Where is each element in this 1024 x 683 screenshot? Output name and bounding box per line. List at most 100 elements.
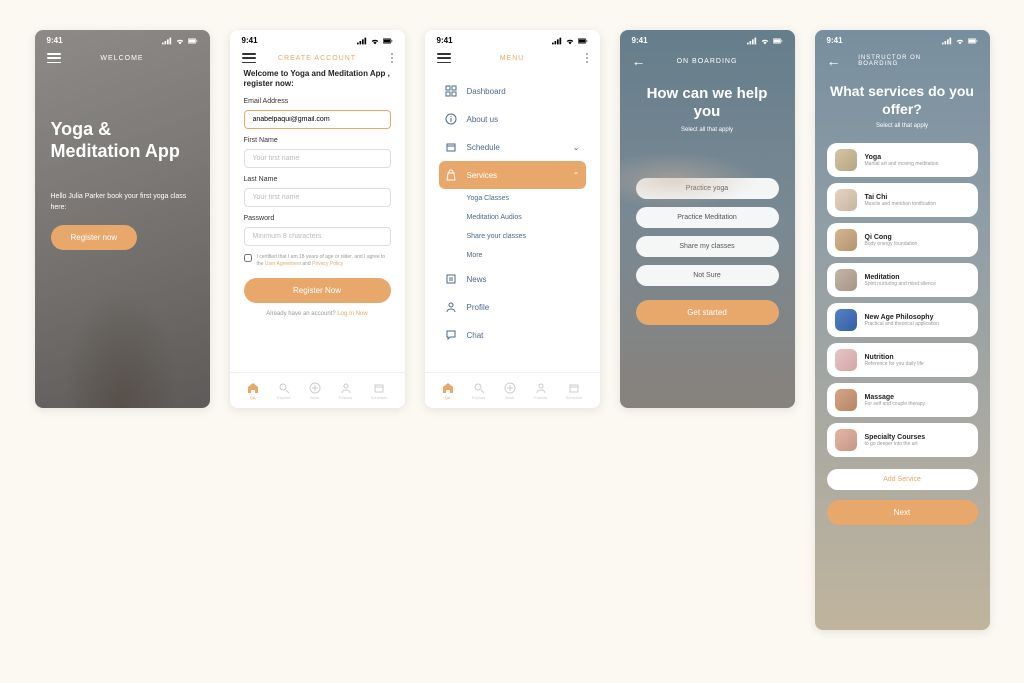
header-title: CREATE ACCOUNT	[278, 55, 356, 62]
menu-chat[interactable]: Chat	[439, 321, 586, 349]
more-icon[interactable]	[391, 53, 393, 63]
nav-qa[interactable]: QA	[247, 382, 259, 400]
register-button[interactable]: Register Now	[244, 278, 391, 303]
menu-about[interactable]: About us	[439, 105, 586, 133]
menu-icon[interactable]	[242, 53, 256, 63]
email-field[interactable]	[244, 110, 391, 129]
service-specialty[interactable]: Specialty Coursesto go deeper into the a…	[827, 423, 978, 457]
submenu-meditation[interactable]: Meditation Audios	[467, 208, 586, 227]
more-icon[interactable]	[586, 53, 588, 63]
service-qicong[interactable]: Qi CongBody energy foundation	[827, 223, 978, 257]
service-newage[interactable]: New Age PhilosophyPractical and theorica…	[827, 303, 978, 337]
lastname-label: Last Name	[244, 176, 391, 183]
status-time: 9:41	[47, 36, 63, 45]
status-icons	[552, 37, 588, 45]
status-bar: 9:41	[620, 30, 795, 47]
nav-book[interactable]: Book	[504, 382, 516, 400]
submenu-share[interactable]: Share your classes	[467, 227, 586, 246]
lastname-field[interactable]	[244, 188, 391, 207]
welcome-text: Welcome to Yoga and Meditation App , reg…	[244, 69, 391, 90]
login-prompt: Already have an account? Log In Now	[244, 311, 391, 317]
battery-icon	[578, 37, 588, 45]
service-massage[interactable]: MassageFor self and couple therapy	[827, 383, 978, 417]
header: MENU	[425, 47, 600, 69]
status-time: 9:41	[632, 36, 648, 45]
chevron-up-icon: ⌃	[573, 171, 580, 180]
signal-icon	[162, 37, 172, 45]
get-started-button[interactable]: Get started	[636, 300, 779, 325]
nav-book[interactable]: Book	[309, 382, 321, 400]
screen-create-account: 9:41 CREATE ACCOUNT Welcome to Yoga and …	[230, 30, 405, 408]
header-title: WELCOME	[100, 55, 143, 62]
yoga-figure-image	[35, 228, 210, 408]
menu-dashboard[interactable]: Dashboard	[439, 77, 586, 105]
signal-icon	[747, 37, 757, 45]
password-field[interactable]	[244, 227, 391, 246]
password-label: Password	[244, 215, 391, 222]
login-link[interactable]: Log In Now	[337, 311, 367, 317]
service-nutrition[interactable]: NutritionReference for you daily life	[827, 343, 978, 377]
battery-icon	[773, 37, 783, 45]
status-icons	[942, 37, 978, 45]
status-time: 9:41	[827, 36, 843, 45]
services-submenu: Yoga Classes Meditation Audios Share you…	[439, 189, 586, 265]
chat-icon	[445, 329, 457, 341]
nav-friends[interactable]: Friends	[534, 382, 547, 400]
email-label: Email Address	[244, 98, 391, 105]
signal-icon	[552, 37, 562, 45]
service-thumb	[835, 269, 857, 291]
header: WELCOME	[35, 47, 210, 69]
nav-friends[interactable]: Friends	[339, 382, 352, 400]
hand-image	[620, 140, 795, 220]
back-button[interactable]: ←	[632, 53, 646, 69]
user-agreement-link[interactable]: User Agreement	[265, 261, 301, 267]
home-icon	[442, 382, 454, 394]
nav-explore[interactable]: Explore	[472, 382, 486, 400]
firstname-field[interactable]	[244, 149, 391, 168]
nav-qa[interactable]: QA	[442, 382, 454, 400]
service-yoga[interactable]: YogaMartial art and moving meditation	[827, 143, 978, 177]
service-meditation[interactable]: MeditationSpirit nurturing and mind sile…	[827, 263, 978, 297]
wifi-icon	[955, 37, 965, 45]
next-button[interactable]: Next	[827, 500, 978, 525]
home-icon	[247, 382, 259, 394]
back-button[interactable]: ←	[827, 53, 841, 69]
submenu-yoga[interactable]: Yoga Classes	[467, 189, 586, 208]
service-thumb	[835, 349, 857, 371]
register-button[interactable]: Register now	[51, 225, 138, 250]
search-icon	[278, 382, 290, 394]
status-bar: 9:41	[425, 30, 600, 47]
menu-services[interactable]: Services⌃	[439, 161, 586, 189]
add-service-button[interactable]: Add Service	[827, 469, 978, 490]
service-taichi[interactable]: Tai ChiMuscle and meridian tonification	[827, 183, 978, 217]
onboarding-subtitle: Select all that apply	[636, 127, 779, 133]
status-bar: 9:41	[815, 30, 990, 47]
option-notsure[interactable]: Not Sure	[636, 265, 779, 286]
menu-icon[interactable]	[47, 53, 61, 63]
screen-welcome: 9:41 WELCOME Yoga & Meditation App Hello…	[35, 30, 210, 408]
menu-profile[interactable]: Profile	[439, 293, 586, 321]
nav-explore[interactable]: Explore	[277, 382, 291, 400]
plus-icon	[309, 382, 321, 394]
option-share[interactable]: Share my classes	[636, 236, 779, 257]
nav-schedule[interactable]: Schedule	[566, 382, 583, 400]
nav-schedule[interactable]: Schedule	[371, 382, 388, 400]
grid-icon	[445, 85, 457, 97]
service-thumb	[835, 429, 857, 451]
info-icon	[445, 113, 457, 125]
menu-schedule[interactable]: Schedule⌄	[439, 133, 586, 161]
battery-icon	[188, 37, 198, 45]
consent-checkbox[interactable]	[244, 254, 252, 262]
services-title: What services do you offer?	[827, 83, 978, 118]
bag-icon	[445, 169, 457, 181]
service-thumb	[835, 149, 857, 171]
screen-instructor-onboarding: 9:41 ← INSTRUCTOR ON BOARDING What servi…	[815, 30, 990, 630]
screen-menu: 9:41 MENU Dashboard About us Schedule⌄ S…	[425, 30, 600, 408]
welcome-subtitle: Hello Julia Parker book your first yoga …	[51, 192, 194, 213]
menu-news[interactable]: News	[439, 265, 586, 293]
submenu-more[interactable]: More	[467, 246, 586, 265]
screen-onboarding: 9:41 ← ON BOARDING How can we help you S…	[620, 30, 795, 408]
menu-icon[interactable]	[437, 53, 451, 63]
wifi-icon	[760, 37, 770, 45]
privacy-policy-link[interactable]: Privacy Policy	[312, 261, 343, 267]
